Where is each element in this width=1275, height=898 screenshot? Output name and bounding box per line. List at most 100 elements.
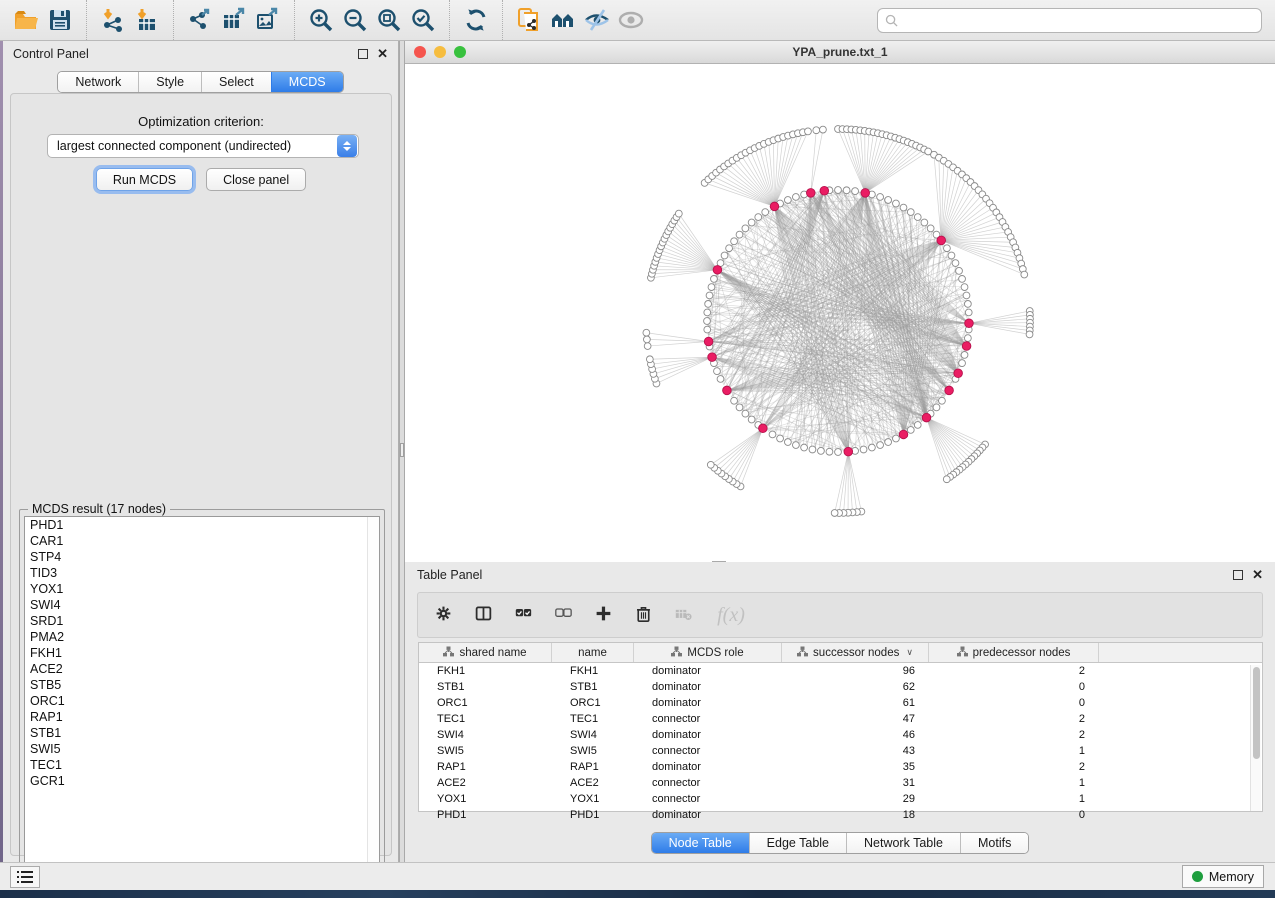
network-node[interactable] bbox=[956, 267, 963, 274]
network-node[interactable] bbox=[742, 225, 749, 232]
add-column-icon[interactable] bbox=[592, 602, 618, 628]
column-header-shared-name[interactable]: shared name bbox=[419, 643, 552, 662]
network-node[interactable] bbox=[708, 284, 715, 291]
neighbors-icon[interactable] bbox=[546, 4, 580, 36]
column-header-successor-nodes[interactable]: successor nodes∨ bbox=[782, 643, 929, 662]
network-node[interactable] bbox=[736, 231, 743, 238]
network-node[interactable] bbox=[877, 194, 884, 201]
network-node[interactable] bbox=[900, 204, 907, 211]
network-node[interactable] bbox=[705, 301, 712, 308]
column-header-predecessor-nodes[interactable]: predecessor nodes bbox=[929, 643, 1099, 662]
close-panel-icon[interactable]: ✕ bbox=[377, 49, 388, 59]
table-tab-network-table[interactable]: Network Table bbox=[846, 833, 960, 853]
mcds-result-item[interactable]: STB1 bbox=[25, 725, 379, 741]
float-panel-icon[interactable] bbox=[358, 49, 368, 59]
search-input[interactable] bbox=[903, 13, 1254, 27]
network-node[interactable] bbox=[939, 397, 946, 404]
settings-gear-icon[interactable] bbox=[432, 602, 458, 628]
network-node[interactable] bbox=[736, 404, 743, 411]
network-node[interactable] bbox=[922, 413, 931, 422]
tab-mcds[interactable]: MCDS bbox=[271, 72, 343, 92]
table-float-panel-icon[interactable] bbox=[1233, 570, 1243, 580]
network-node[interactable] bbox=[713, 266, 722, 275]
network-node[interactable] bbox=[704, 318, 711, 325]
network-node[interactable] bbox=[826, 448, 833, 455]
network-node[interactable] bbox=[643, 329, 650, 336]
table-tab-node-table[interactable]: Node Table bbox=[652, 833, 749, 853]
network-node[interactable] bbox=[831, 510, 838, 517]
network-node[interactable] bbox=[805, 128, 812, 135]
select-all-icon[interactable] bbox=[512, 602, 538, 628]
save-icon[interactable] bbox=[43, 4, 77, 36]
network-node[interactable] bbox=[704, 337, 713, 346]
table-row[interactable]: TEC1TEC1connector472 bbox=[419, 711, 1262, 727]
network-node[interactable] bbox=[914, 214, 921, 221]
network-node[interactable] bbox=[706, 292, 713, 299]
network-node[interactable] bbox=[899, 430, 908, 439]
network-node[interactable] bbox=[933, 404, 940, 411]
network-node[interactable] bbox=[937, 236, 946, 245]
network-node[interactable] bbox=[893, 200, 900, 207]
mcds-result-item[interactable]: CAR1 bbox=[25, 533, 379, 549]
network-node[interactable] bbox=[835, 449, 842, 456]
network-node[interactable] bbox=[877, 442, 884, 449]
network-node[interactable] bbox=[954, 369, 963, 378]
network-node[interactable] bbox=[646, 356, 653, 363]
network-node[interactable] bbox=[843, 187, 850, 194]
network-node[interactable] bbox=[943, 476, 950, 483]
network-node[interactable] bbox=[963, 292, 970, 299]
network-node[interactable] bbox=[777, 435, 784, 442]
network-node[interactable] bbox=[762, 209, 769, 216]
network-node[interactable] bbox=[860, 446, 867, 453]
network-node[interactable] bbox=[675, 210, 682, 217]
node-table[interactable]: shared namenameMCDS rolesuccessor nodes∨… bbox=[418, 642, 1263, 812]
network-node[interactable] bbox=[717, 376, 724, 383]
table-row[interactable]: SWI4SWI4dominator462 bbox=[419, 727, 1262, 743]
table-row[interactable]: ACE2ACE2connector311 bbox=[419, 775, 1262, 791]
mcds-result-item[interactable]: STP4 bbox=[25, 549, 379, 565]
export-table-icon[interactable] bbox=[217, 4, 251, 36]
network-node[interactable] bbox=[964, 335, 971, 342]
network-node[interactable] bbox=[731, 238, 738, 245]
mcds-result-item[interactable]: SWI5 bbox=[25, 741, 379, 757]
network-node[interactable] bbox=[961, 284, 968, 291]
column-header-name[interactable]: name bbox=[552, 643, 634, 662]
network-node[interactable] bbox=[784, 439, 791, 446]
mcds-result-item[interactable]: GCR1 bbox=[25, 773, 379, 789]
network-node[interactable] bbox=[844, 447, 853, 456]
table-scrollbar-thumb[interactable] bbox=[1253, 667, 1260, 759]
tab-select[interactable]: Select bbox=[201, 72, 271, 92]
toggle-panel-icon[interactable] bbox=[472, 602, 498, 628]
network-node[interactable] bbox=[723, 386, 732, 395]
network-node[interactable] bbox=[852, 188, 859, 195]
task-history-button[interactable] bbox=[10, 866, 40, 888]
zoom-in-icon[interactable] bbox=[304, 4, 338, 36]
duplicate-network-icon[interactable] bbox=[512, 4, 546, 36]
zoom-fit-icon[interactable] bbox=[372, 4, 406, 36]
table-row[interactable]: ORC1ORC1dominator610 bbox=[419, 695, 1262, 711]
network-node[interactable] bbox=[704, 309, 711, 316]
network-node[interactable] bbox=[748, 416, 755, 423]
folder-open-icon[interactable] bbox=[9, 4, 43, 36]
network-node[interactable] bbox=[944, 245, 951, 252]
network-node[interactable] bbox=[962, 342, 971, 351]
table-row[interactable]: RAP1RAP1dominator352 bbox=[419, 759, 1262, 775]
network-node[interactable] bbox=[818, 447, 825, 454]
network-node[interactable] bbox=[914, 422, 921, 429]
export-image-icon[interactable] bbox=[251, 4, 285, 36]
network-node[interactable] bbox=[907, 427, 914, 434]
network-graph-canvas[interactable] bbox=[405, 64, 1275, 561]
tab-network[interactable]: Network bbox=[58, 72, 138, 92]
network-node[interactable] bbox=[784, 197, 791, 204]
mcds-result-item[interactable]: TEC1 bbox=[25, 757, 379, 773]
table-row[interactable]: PHD1PHD1dominator180 bbox=[419, 807, 1262, 823]
delete-column-icon[interactable] bbox=[632, 602, 658, 628]
network-node[interactable] bbox=[813, 127, 820, 134]
network-node[interactable] bbox=[959, 275, 966, 282]
mcds-result-item[interactable]: RAP1 bbox=[25, 709, 379, 725]
network-node[interactable] bbox=[959, 360, 966, 367]
mcds-result-item[interactable]: ORC1 bbox=[25, 693, 379, 709]
optimization-criterion-dropdown[interactable]: largest connected component (undirected) bbox=[47, 134, 359, 158]
close-panel-button[interactable]: Close panel bbox=[206, 168, 306, 191]
network-node[interactable] bbox=[792, 194, 799, 201]
